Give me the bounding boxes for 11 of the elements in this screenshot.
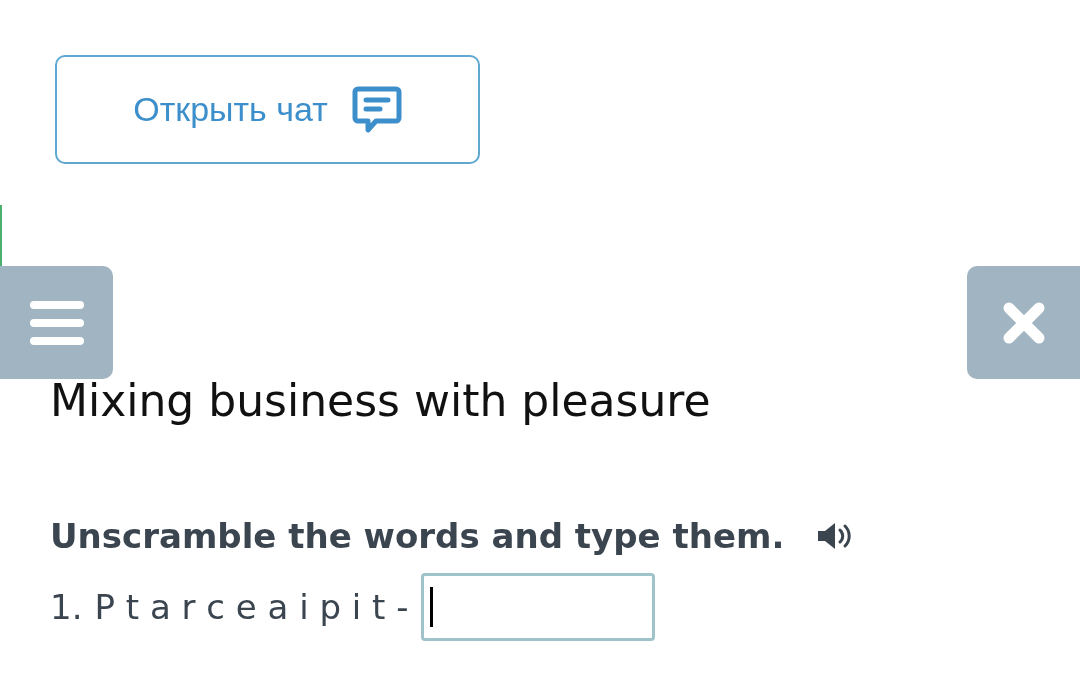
menu-button[interactable] xyxy=(0,266,113,379)
answer-field[interactable] xyxy=(420,573,655,641)
menu-icon xyxy=(29,300,84,345)
instruction-text: Unscramble the words and type them. xyxy=(50,519,785,553)
close-icon xyxy=(1002,301,1045,344)
open-chat-button[interactable]: Открыть чат xyxy=(55,55,480,164)
scrambled-word: P t a r c e a i p i t - xyxy=(94,585,409,629)
exercise-title: Mixing business with pleasure xyxy=(50,379,712,423)
close-button[interactable] xyxy=(967,266,1080,379)
item-number: 1. xyxy=(50,585,83,629)
chat-icon xyxy=(351,84,402,135)
